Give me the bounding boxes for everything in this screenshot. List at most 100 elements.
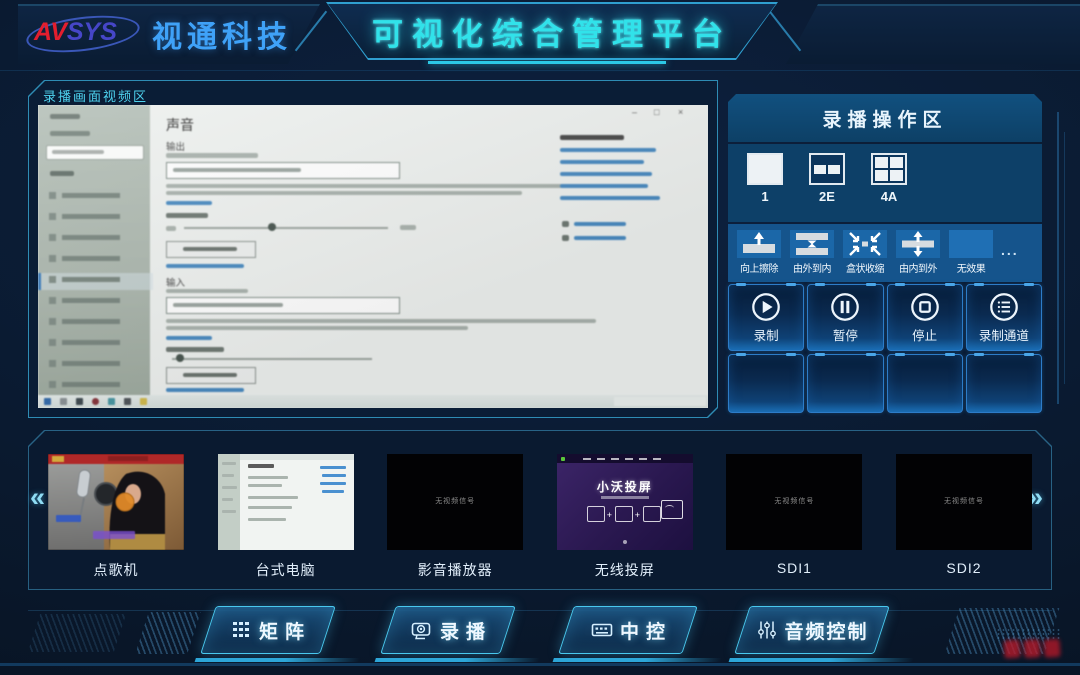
related-link[interactable] (560, 172, 652, 176)
settings-page-heading: 声音 (166, 115, 194, 135)
audio-sliders-icon (757, 620, 777, 640)
header-right-panel (786, 4, 1080, 64)
input-troubleshoot-button[interactable] (166, 367, 256, 384)
desktop-preview (218, 454, 354, 550)
manage-sound-devices-link[interactable] (166, 264, 244, 268)
source-karaoke[interactable]: 点歌机 (48, 454, 184, 580)
related-link[interactable] (560, 160, 644, 164)
volume-slider[interactable] (184, 227, 388, 229)
matrix-grid-icon (232, 620, 252, 640)
output-device-dropdown[interactable] (166, 162, 400, 179)
skeleton-bar (166, 213, 208, 218)
taskbar-icon[interactable] (108, 398, 115, 405)
control-slot-empty[interactable] (887, 354, 963, 413)
maximize-button[interactable]: □ (654, 107, 659, 117)
box-shrink-icon (843, 230, 887, 258)
feedback-icon (562, 235, 569, 241)
nav-matrix[interactable]: 矩阵 (200, 606, 336, 654)
start-icon[interactable] (44, 398, 51, 405)
taskbar-icon[interactable] (60, 398, 67, 405)
taskbar-icon[interactable] (76, 398, 83, 405)
source-sdi2[interactable]: 无视频信号 SDI2 (896, 454, 1032, 580)
skeleton-bar (400, 225, 416, 230)
manage-input-devices-link[interactable] (166, 388, 244, 392)
layout-button-1[interactable]: 1 (742, 153, 788, 222)
sdi1-preview: 无视频信号 (726, 454, 862, 550)
source-wireless-cast[interactable]: 小沃投屏 + + 无线投屏 (557, 454, 693, 580)
skeleton-bar (183, 373, 237, 377)
settings-search-input[interactable] (46, 145, 144, 160)
control-slot-empty[interactable] (807, 354, 883, 413)
nav-label: 录播 (440, 617, 492, 644)
transition-selector: 向上擦除 由外到内 盒状收缩 (728, 224, 1042, 282)
skeleton-bar (166, 153, 258, 158)
related-link[interactable] (560, 148, 656, 152)
system-tray (614, 397, 706, 406)
nav-recording[interactable]: 录播 (380, 606, 516, 654)
source-media-player[interactable]: 无视频信号 影音播放器 (387, 454, 523, 580)
transition-outside-in[interactable]: 由外到内 (789, 230, 835, 282)
no-effect-icon (949, 230, 993, 258)
close-button[interactable]: × (678, 107, 683, 117)
layout-dual-icon (809, 153, 845, 185)
skeleton-bar (173, 168, 301, 172)
layout-button-2e[interactable]: 2E (804, 153, 850, 222)
give-feedback-link[interactable] (574, 236, 626, 240)
channel-list-icon (988, 291, 1020, 323)
record-channel-button[interactable]: 录制通道 (966, 284, 1042, 351)
skeleton-bar (166, 289, 248, 293)
pause-icon (829, 291, 861, 323)
troubleshoot-button[interactable] (166, 241, 256, 258)
source-label: 台式电脑 (218, 560, 354, 580)
control-slot-empty[interactable] (728, 354, 804, 413)
sidebar-item-list[interactable] (62, 193, 120, 389)
source-label: 无线投屏 (557, 560, 693, 580)
taskbar-icon[interactable] (140, 398, 147, 405)
scroll-left-button[interactable]: « (30, 482, 45, 513)
more-transitions-button[interactable]: ... (1001, 242, 1019, 258)
decor-hatch (135, 612, 201, 654)
input-properties-link[interactable] (166, 336, 212, 340)
skeleton-bar (50, 114, 80, 119)
control-slot-empty[interactable] (966, 354, 1042, 413)
minimize-button[interactable]: – (632, 107, 637, 117)
nav-audio-control[interactable]: 音频控制 (734, 606, 890, 654)
layout-button-4a[interactable]: 4A (866, 153, 912, 222)
skeleton-bar (52, 150, 104, 154)
record-button[interactable]: 录制 (728, 284, 804, 351)
red-watermark (1003, 639, 1020, 658)
source-sdi1[interactable]: 无视频信号 SDI1 (726, 454, 862, 580)
layout-quad-icon (871, 153, 907, 185)
transition-none[interactable]: 无效果 (948, 230, 994, 282)
input-device-dropdown[interactable] (166, 297, 400, 314)
volume-slider-knob[interactable] (268, 223, 276, 231)
nav-central-control[interactable]: 中控 (558, 606, 698, 654)
stop-icon (909, 291, 941, 323)
output-section-label: 输出 (166, 139, 185, 153)
related-link[interactable] (560, 184, 648, 188)
pause-button[interactable]: 暂停 (807, 284, 883, 351)
outside-in-icon (790, 230, 834, 258)
layout-single-icon (747, 153, 783, 185)
related-link[interactable] (560, 196, 660, 200)
stop-button[interactable]: 停止 (887, 284, 963, 351)
mini-sidebar (218, 454, 240, 550)
wifi-box-icon (661, 500, 683, 519)
transition-wipe-up[interactable]: 向上擦除 (736, 230, 782, 282)
record-camera-icon (411, 620, 433, 640)
get-help-link[interactable] (574, 222, 626, 226)
cast-app-title: 小沃投屏 (557, 478, 693, 495)
transition-inside-out[interactable]: 由内到外 (895, 230, 941, 282)
karaoke-preview (48, 454, 184, 550)
source-label: 影音播放器 (387, 560, 523, 580)
source-desktop[interactable]: 台式电脑 (218, 454, 354, 580)
transition-box-shrink[interactable]: 盒状收缩 (842, 230, 888, 282)
recording-video-area: 录播画面视频区 – □ × (28, 80, 718, 418)
taskbar-icon[interactable] (92, 398, 99, 405)
skeleton-bar (173, 303, 283, 307)
device-properties-link[interactable] (166, 201, 212, 205)
decor-dots (996, 628, 1062, 640)
layout-label: 4A (866, 189, 912, 204)
video-area-label: 录播画面视频区 (43, 86, 148, 105)
taskbar-icon[interactable] (124, 398, 131, 405)
